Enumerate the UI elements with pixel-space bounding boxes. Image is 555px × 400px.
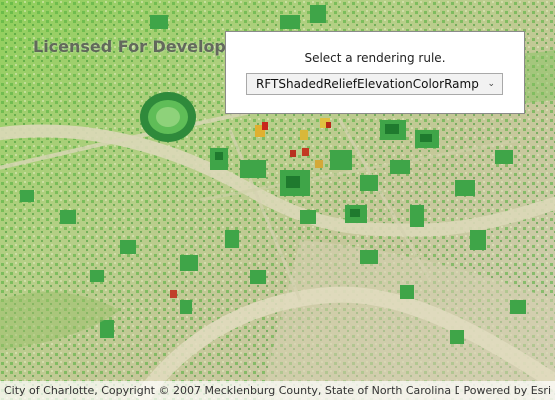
- rendering-rule-label: Select a rendering rule.: [304, 51, 446, 65]
- attribution-text: City of Charlotte, Copyright © 2007 Meck…: [4, 384, 459, 397]
- chevron-down-icon: ⌄: [487, 79, 495, 89]
- rendering-rule-panel: Select a rendering rule. RFTShadedRelief…: [225, 31, 525, 114]
- powered-by-esri[interactable]: Powered by Esri: [463, 381, 551, 400]
- stadium: [140, 92, 196, 142]
- attribution-bar: City of Charlotte, Copyright © 2007 Meck…: [0, 381, 555, 400]
- selected-rule-text: RFTShadedReliefElevationColorRamp: [256, 77, 479, 91]
- rendering-rule-select[interactable]: RFTShadedReliefElevationColorRamp ⌄: [246, 73, 503, 95]
